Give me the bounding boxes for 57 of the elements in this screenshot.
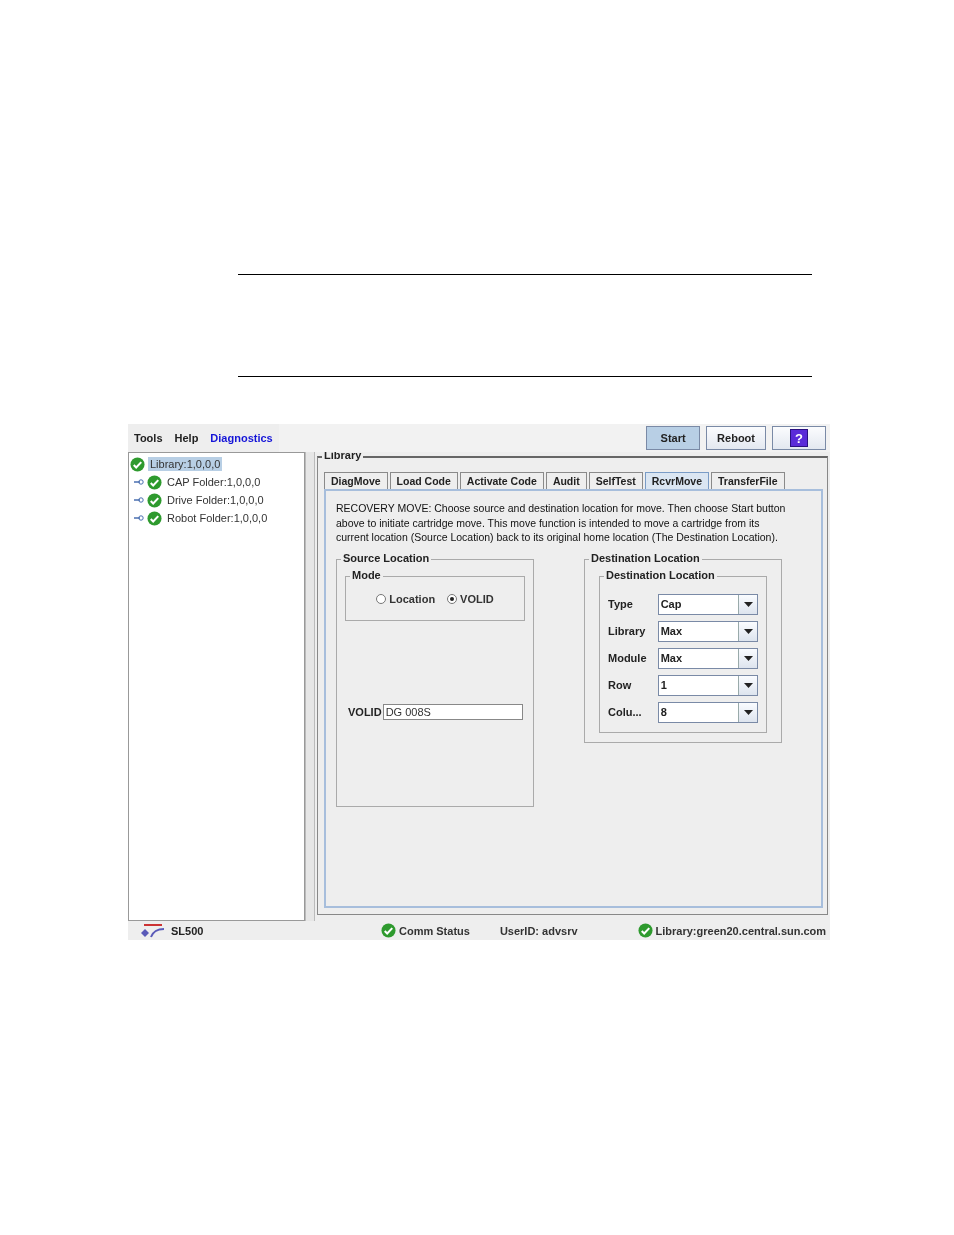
tab[interactable]: TransferFile [711,472,785,489]
volid-field[interactable]: DG 008S [382,703,523,720]
radio-button[interactable] [376,594,387,604]
tree-connector-icon [134,496,144,504]
check-icon [147,492,162,508]
tree-connector-icon [134,514,144,522]
toolbar-button[interactable]: Reboot [706,426,766,450]
dropdown[interactable]: 8 [657,701,758,723]
check-icon [147,510,162,526]
field-label: Library [608,625,647,637]
dropdown[interactable]: Max [657,620,758,642]
dropdown[interactable]: Max [657,647,758,669]
field-label: Module [608,652,648,664]
group-title: Source Location [341,551,432,564]
field-label: Row [608,679,633,691]
tree-item[interactable]: Drive Folder:1,0,0,0 [165,493,266,507]
menu-item[interactable]: Tools [128,432,169,444]
field-label: Type [608,598,634,610]
tab[interactable]: DiagMove [324,472,388,489]
tab[interactable]: RcvrMove [644,472,709,489]
help-button[interactable]: ? [772,426,826,450]
tree-item[interactable]: Library:1,0,0,0 [148,457,223,471]
tree-item[interactable]: Robot Folder:1,0,0,0 [165,511,270,525]
tree-connector-icon [134,478,144,486]
dropdown[interactable]: Cap [657,593,758,615]
check-icon [147,474,162,490]
group-title: Destination Location [604,568,717,581]
status-text: UserID: advsrv [499,924,578,937]
product-name: SL500 [171,924,205,937]
status-text: Comm Status [399,924,470,937]
dropdown-arrow-icon [743,601,753,607]
logo-icon [140,922,166,939]
toolbar-button[interactable]: Start [646,426,701,450]
dropdown-arrow-icon [743,628,753,634]
dropdown-arrow-icon [743,709,753,715]
dropdown-arrow-icon [743,682,753,688]
tree-item[interactable]: CAP Folder:1,0,0,0 [165,475,263,489]
radio-button[interactable] [447,594,458,604]
check-icon [381,923,396,938]
tab[interactable]: Load Code [389,472,458,489]
tab[interactable]: Audit [545,472,587,489]
dropdown[interactable]: 1 [657,674,758,696]
menu-item[interactable]: Diagnostics [204,432,279,444]
radio-label: VOLID [460,593,494,605]
check-icon [637,923,653,938]
field-label: Colu... [608,706,643,718]
tab[interactable]: Activate Code [459,472,544,489]
volid-label: VOLID [348,705,382,718]
radio-label: Location [389,593,436,605]
dropdown-arrow-icon [743,655,753,661]
tab[interactable]: SelfTest [588,472,643,489]
menu-item[interactable]: Help [168,432,205,444]
group-title: Mode [350,568,383,581]
group-title: Destination Location [589,551,702,564]
status-text: Library:green20.central.sun.com [655,924,827,937]
description: RECOVERY MOVE: Choose source and destination location for move. Then choose Start button above to initiate cartridge move. This move function is intended to move a cartridge from its current location (Source Location) back to its original home location (The Destination Location). [336,501,786,545]
group-title: Library [322,452,364,461]
